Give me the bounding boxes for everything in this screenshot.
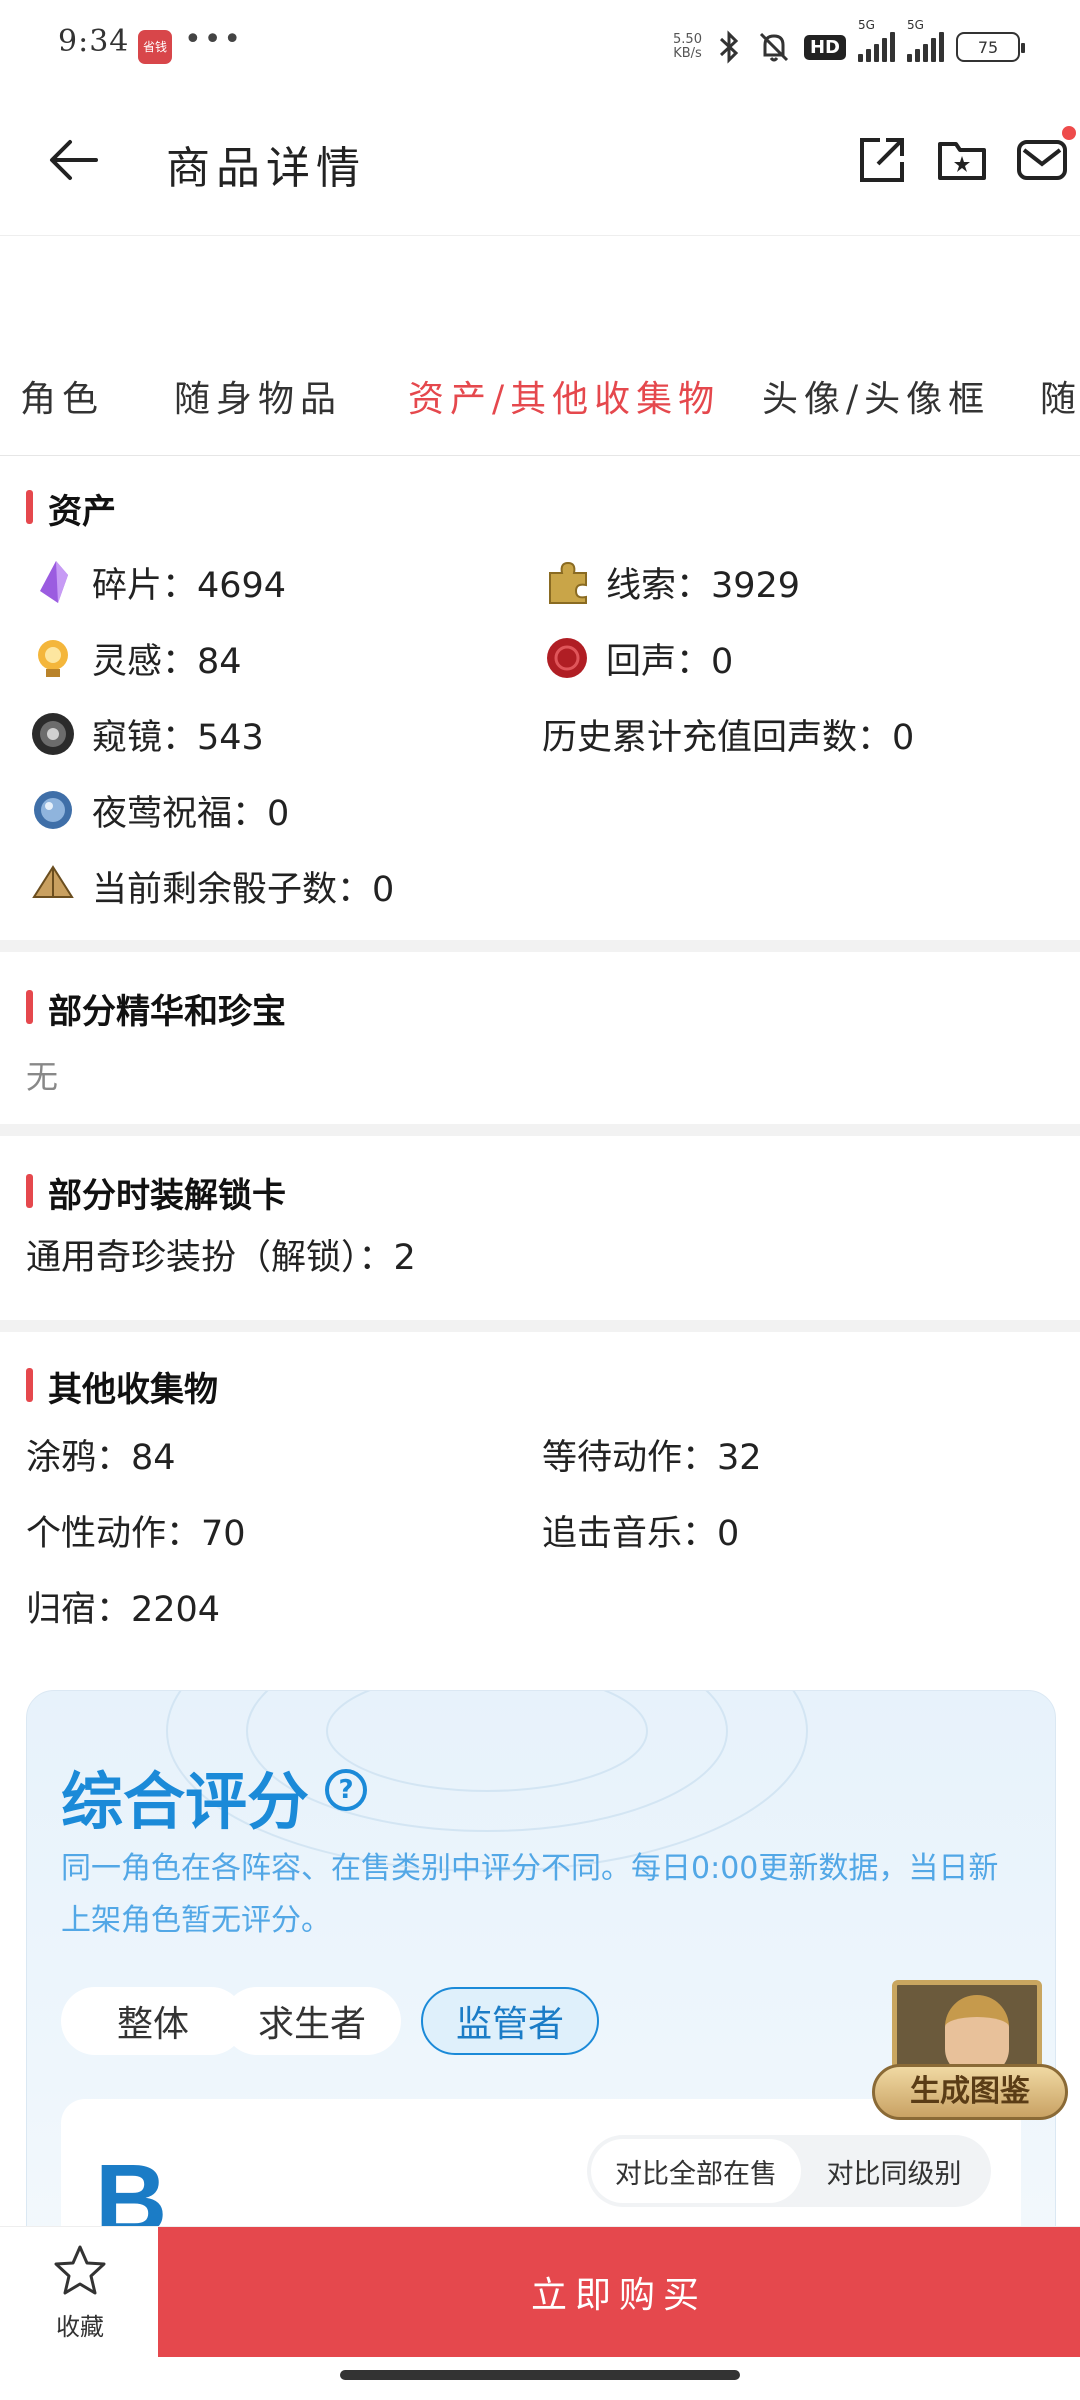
unlock-cards-value: 通用奇珍装扮（解锁）：2: [26, 1237, 416, 1278]
section-divider: [0, 1320, 1080, 1332]
network-speed-unit: KB/s: [673, 46, 702, 61]
collectible-residence: 归宿：2204: [26, 1589, 221, 1630]
asset-lens-label: 窥镜：543: [92, 717, 264, 758]
red-seal-icon: [547, 638, 587, 678]
tab-roles[interactable]: 角色: [20, 370, 104, 422]
app-header: 商品详情: [0, 92, 1080, 236]
assets-section: 资产 碎片：4694 线索：3929 灵感：84 回声：0 窥镜：543 历史累…: [0, 460, 1080, 940]
favorite-label: 收藏: [56, 2313, 104, 2341]
essence-title: 部分精华和珍宝: [26, 984, 286, 1033]
generate-collection-button[interactable]: 生成图鉴: [872, 1980, 1068, 2126]
page-title: 商品详情: [166, 143, 366, 194]
home-indicator[interactable]: [340, 2370, 740, 2380]
hd-voice-badge: HD: [803, 34, 846, 60]
essence-section: 部分精华和珍宝 无: [0, 952, 1080, 1124]
status-bar: 9:34 省钱 ••• 5.50 KB/s HD 5G 5G 75: [0, 0, 1080, 92]
asset-echo: 回声：0: [542, 628, 733, 688]
signal-1-label: 5G: [858, 18, 875, 32]
signal-strength-icon: 5G: [858, 18, 895, 62]
compare-all-button[interactable]: 对比全部在售: [591, 2139, 801, 2203]
compare-same-level-button[interactable]: 对比同级别: [801, 2139, 987, 2203]
blue-orb-icon: [34, 791, 72, 829]
app-notification-icon: 省钱: [138, 30, 172, 64]
more-notifications-icon: •••: [184, 22, 244, 57]
status-indicators: 5.50 KB/s HD 5G 5G 75: [673, 18, 1025, 70]
buy-now-button[interactable]: 立即购买: [158, 2227, 1080, 2357]
score-title: 综合评分: [61, 1765, 310, 1838]
purple-crystal-icon: [40, 561, 68, 603]
asset-lens: 窥镜：543: [28, 704, 264, 764]
folder-star-icon[interactable]: [934, 132, 990, 188]
signal-strength-icon-2: 5G: [907, 18, 944, 62]
back-arrow-icon[interactable]: [46, 132, 102, 188]
mail-icon: [1017, 140, 1067, 180]
collectible-graffiti: 涂鸦：84: [26, 1437, 176, 1478]
star-icon: [54, 2245, 106, 2295]
asset-clues: 线索：3929: [542, 552, 800, 612]
assets-title: 资产: [26, 484, 116, 533]
asset-dice: 当前剩余骰子数：0: [28, 856, 394, 916]
score-description: 同一角色在各阵容、在售类别中评分不同。每日0:00更新数据，当日新上架角色暂无评…: [61, 1851, 999, 1938]
share-icon[interactable]: [854, 132, 910, 188]
character-portrait: [945, 1995, 1009, 2075]
filter-survivor[interactable]: 求生者: [223, 1987, 401, 2055]
collectible-idle-emote: 等待动作：32: [542, 1437, 762, 1478]
tab-assets[interactable]: 资产/其他收集物: [408, 370, 720, 422]
asset-clues-label: 线索：3929: [606, 565, 801, 606]
battery-icon: 75: [956, 32, 1025, 62]
asset-echo-history: 历史累计充值回声数：0: [542, 704, 914, 764]
compare-toggle: 对比全部在售 对比同级别: [587, 2135, 991, 2207]
battery-level: 75: [977, 37, 999, 57]
signal-2-label: 5G: [907, 18, 924, 32]
collectible-emote: 个性动作：70: [26, 1513, 246, 1554]
puzzle-piece-icon: [549, 561, 587, 604]
dice-icon: [32, 865, 74, 898]
message-button[interactable]: [1014, 126, 1076, 188]
bluetooth-icon: [719, 30, 739, 64]
unlock-cards-title: 部分时装解锁卡: [26, 1168, 286, 1217]
generate-collection-label: 生成图鉴: [872, 2064, 1068, 2120]
bottom-action-bar: 收藏 立即购买: [0, 2226, 1080, 2360]
asset-inspiration: 灵感：84: [28, 628, 242, 688]
lens-icon: [32, 713, 74, 755]
section-divider: [0, 1124, 1080, 1136]
section-divider: [0, 940, 1080, 952]
filter-hunter[interactable]: 监管者: [421, 1987, 599, 2055]
collectible-chase-music: 追击音乐：0: [542, 1513, 740, 1554]
tab-items[interactable]: 随身物品: [174, 370, 342, 422]
asset-inspiration-label: 灵感：84: [92, 641, 242, 682]
tab-more[interactable]: 随: [1040, 370, 1080, 422]
asset-echo-label: 回声：0: [606, 641, 734, 682]
mute-bell-icon: [759, 32, 789, 62]
favorite-button[interactable]: 收藏: [30, 2241, 130, 2351]
network-speed: 5.50 KB/s: [673, 33, 702, 61]
unlock-cards-section: 部分时装解锁卡 通用奇珍装扮（解锁）：2: [0, 1136, 1080, 1320]
collectibles-title: 其他收集物: [26, 1362, 218, 1411]
tab-avatars[interactable]: 头像/头像框: [762, 370, 990, 422]
category-tabs: 角色 随身物品 资产/其他收集物 头像/头像框 随: [0, 360, 1080, 456]
filter-overall[interactable]: 整体: [61, 1987, 245, 2055]
asset-dice-label: 当前剩余骰子数：0: [92, 869, 395, 910]
unread-dot: [1062, 126, 1076, 140]
status-time: 9:34: [58, 24, 130, 59]
help-icon[interactable]: ?: [325, 1769, 367, 1811]
network-speed-value: 5.50: [673, 32, 702, 47]
asset-echo-history-label: 历史累计充值回声数：0: [542, 717, 915, 758]
asset-shards-label: 碎片：4694: [92, 565, 287, 606]
essence-value: 无: [26, 1058, 59, 1096]
asset-shards: 碎片：4694: [28, 552, 286, 612]
asset-nightingale-blessing: 夜莺祝福：0: [28, 780, 289, 840]
collectibles-section: 其他收集物 涂鸦：84 等待动作：32 个性动作：70 追击音乐：0 归宿：22…: [0, 1332, 1080, 1662]
asset-nightingale-label: 夜莺祝福：0: [92, 793, 290, 834]
lightbulb-icon: [38, 640, 68, 677]
